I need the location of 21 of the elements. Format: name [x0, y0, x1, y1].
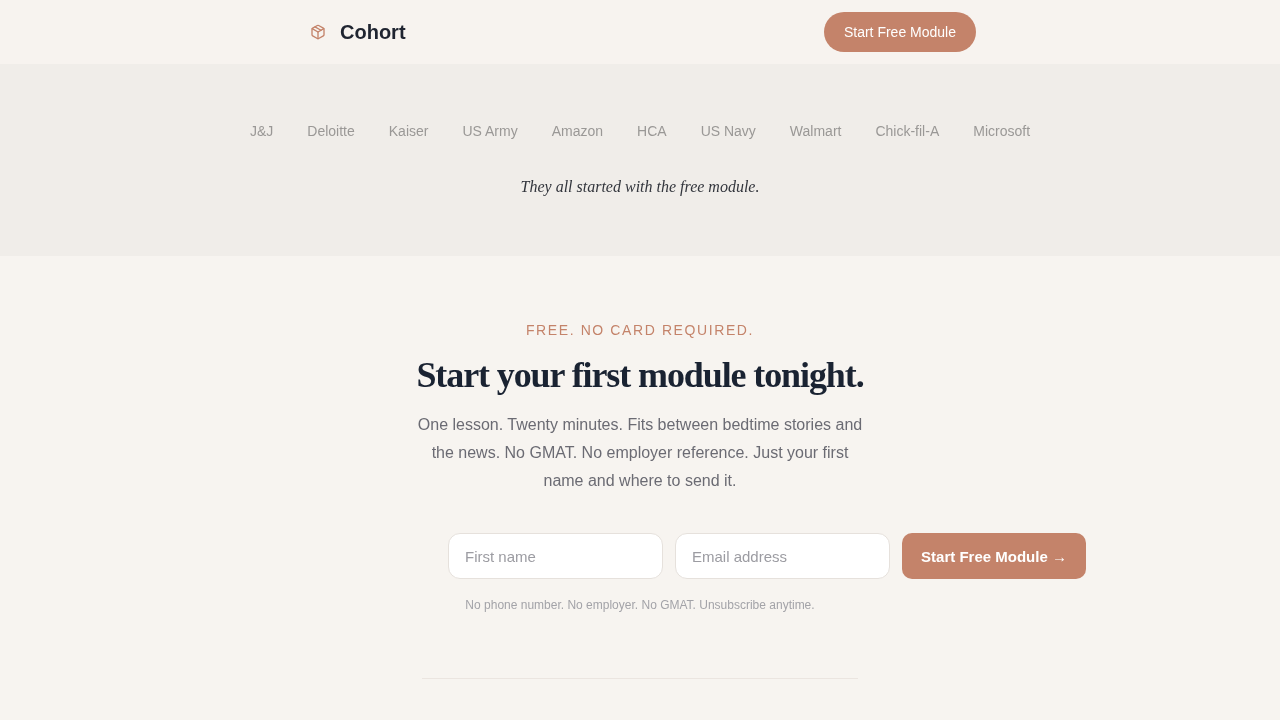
start-module-button[interactable]: Start Free Module	[823, 12, 976, 52]
tagline: They all started with the free module.	[520, 178, 760, 196]
eyebrow-text: FREE. NO CARD REQUIRED.	[525, 322, 755, 338]
submit-button[interactable]: Start Free Module →	[902, 533, 1086, 579]
company-name: HCA	[637, 123, 667, 139]
heading: Start your first module tonight.	[416, 354, 864, 396]
brand-name: Cohort	[340, 20, 406, 44]
company-name: Chick-fil-A	[875, 123, 940, 139]
privacy-note: No phone number. No employer. No GMAT. Unsubscribe anytime.	[465, 598, 815, 612]
company-name: US Army	[462, 123, 518, 139]
company-name: Microsoft	[973, 123, 1031, 139]
description: One lesson. Twenty minutes. Fits between bedtime stories and the news. No GMAT. No employer reference. Just your first name and where to send it.	[416, 415, 864, 491]
box-icon	[310, 24, 326, 40]
company-name: J&J	[249, 123, 274, 139]
company-name: US Navy	[700, 123, 756, 139]
input-field[interactable]: First name	[448, 533, 663, 579]
company-name: Amazon	[551, 123, 604, 139]
input-field[interactable]: Email address	[675, 533, 890, 579]
company-name: Deloitte	[307, 123, 355, 139]
company-name: Kaiser	[388, 123, 429, 139]
company-name: Walmart	[789, 123, 842, 139]
